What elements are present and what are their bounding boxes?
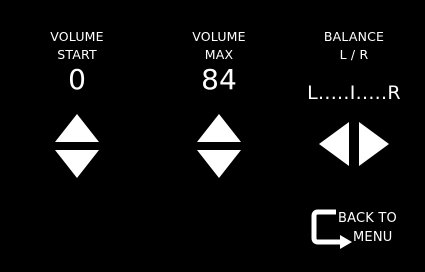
triangle-down-icon	[55, 150, 99, 178]
volume-max-value: 84	[201, 63, 237, 96]
balance-label-line2: L / R	[339, 47, 369, 62]
triangle-up-icon	[55, 114, 99, 142]
settings-screen: VOLUME START 0 VOLUME MAX 84 BALANCE L /…	[0, 0, 425, 272]
volume-start-down-button[interactable]	[53, 148, 101, 180]
volume-max-label-line2: MAX	[204, 47, 234, 62]
balance-indicator: L.....I.....R	[307, 82, 401, 104]
volume-start-value: 0	[68, 63, 86, 96]
volume-start-panel: VOLUME START 0	[17, 28, 137, 95]
balance-right-button[interactable]	[357, 120, 391, 168]
back-button-line2: MENU	[353, 230, 393, 245]
volume-start-label-line1: VOLUME	[50, 29, 104, 44]
balance-label-line1: BALANCE	[323, 29, 385, 44]
volume-max-panel: VOLUME MAX 84	[159, 28, 279, 95]
volume-start-up-button[interactable]	[53, 112, 101, 144]
back-to-menu-button[interactable]: BACK TO MENU	[310, 208, 406, 250]
balance-left-button[interactable]	[317, 120, 351, 168]
triangle-up-icon	[197, 114, 241, 142]
triangle-left-icon	[319, 122, 349, 166]
triangle-down-icon	[197, 150, 241, 178]
volume-start-label-line2: START	[57, 47, 97, 62]
back-button-line1: BACK TO	[338, 211, 397, 226]
volume-max-down-button[interactable]	[195, 148, 243, 180]
balance-panel: BALANCE L / R L.....I.....R	[294, 28, 414, 104]
volume-max-label-line1: VOLUME	[192, 29, 246, 44]
triangle-right-icon	[359, 122, 389, 166]
volume-max-up-button[interactable]	[195, 112, 243, 144]
